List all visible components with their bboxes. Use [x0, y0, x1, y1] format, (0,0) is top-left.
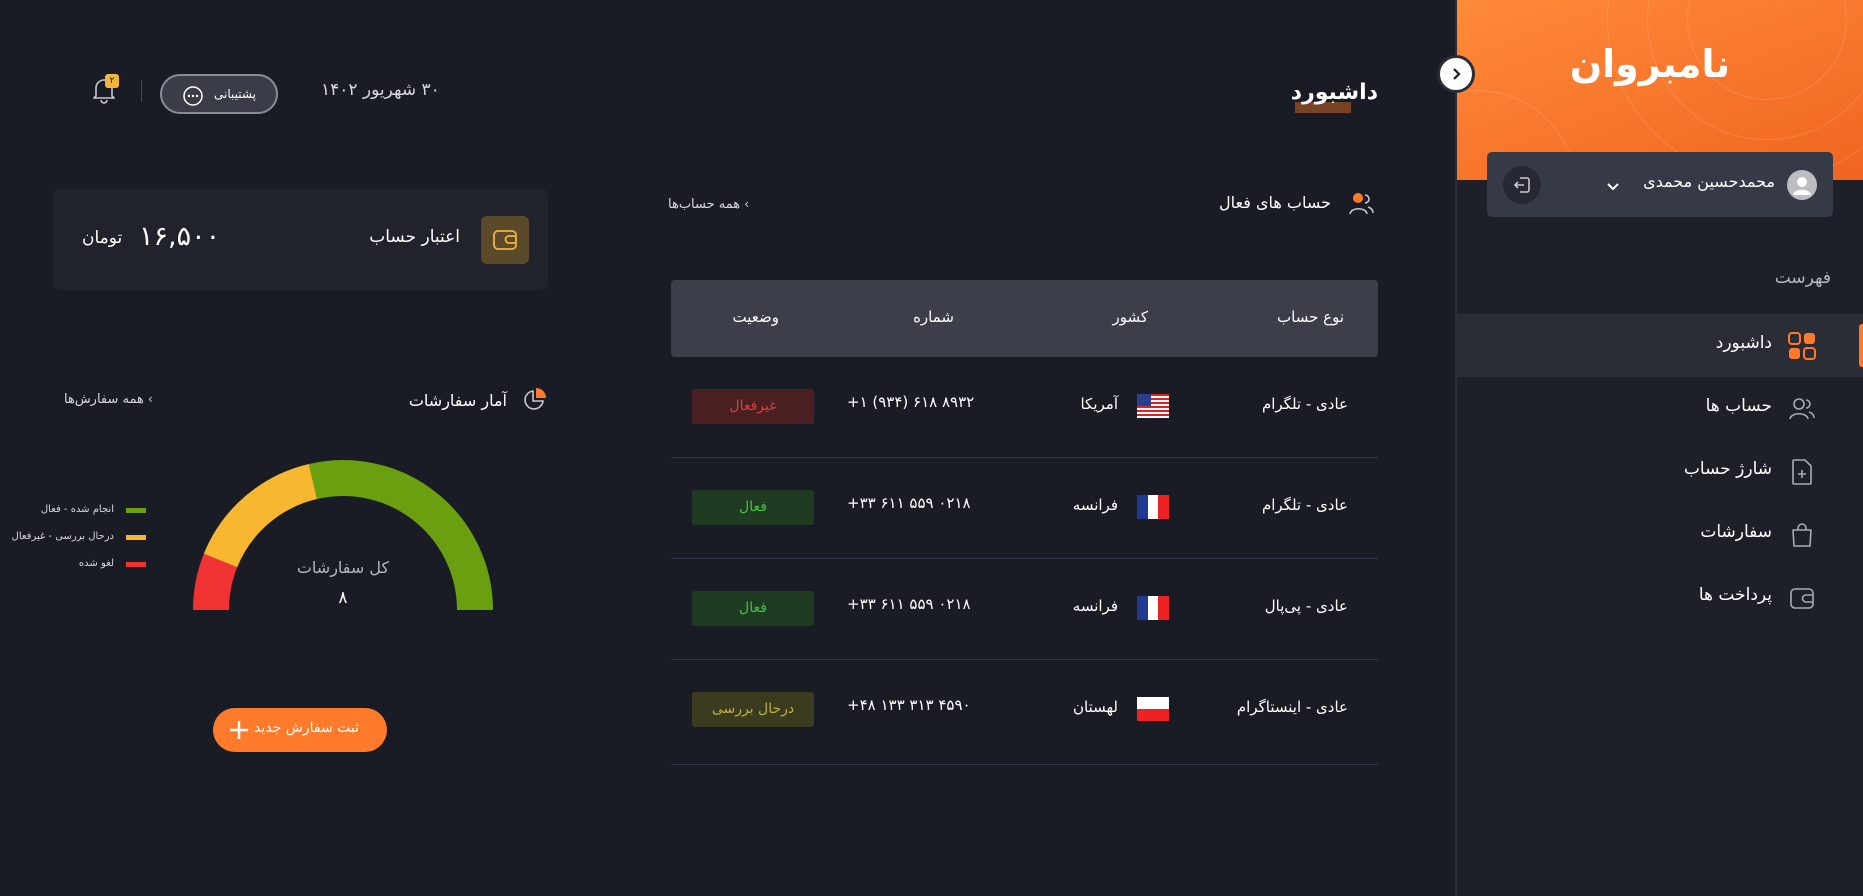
legend-item-review: درحال بررسی - غیرفعال [12, 530, 150, 544]
flag-fr-icon [1137, 495, 1169, 519]
sidebar-item-label: سفارشات [1700, 522, 1772, 542]
column-header-type: نوع حساب [1277, 308, 1344, 326]
gauge-segment-done [308, 460, 493, 611]
pie-chart-icon [522, 386, 548, 416]
legend-swatch [126, 535, 146, 540]
table-row[interactable]: عادی - تلگرام فرانسه +۳۳ ۶۱۱ ۵۵۹ ۰۲۱۸ فع… [671, 458, 1378, 559]
legend-item-done: انجام شده - فعال [20, 503, 150, 517]
file-plus-icon [1792, 459, 1812, 485]
account-country: آمریکا [1080, 395, 1118, 413]
legend-label: انجام شده - فعال [40, 504, 114, 515]
legend-swatch [126, 508, 146, 513]
orders-gauge-chart: کل سفارشات ۸ [192, 460, 493, 611]
grid-icon [1788, 332, 1816, 360]
flag-fr-icon [1137, 596, 1169, 620]
users-icon [1348, 190, 1376, 222]
account-type: عادی - اینستاگرام [1236, 698, 1348, 716]
account-number: +۴۸ ۱۳۳ ۳۱۳ ۴۵۹۰ [847, 696, 971, 714]
support-button[interactable]: پشتیبانی [160, 74, 278, 114]
table-row[interactable]: عادی - اینستاگرام لهستان +۴۸ ۱۳۳ ۳۱۳ ۴۵۹… [671, 660, 1378, 765]
chevron-left-icon: › [744, 197, 750, 211]
menu-section-title: فهرست [1774, 268, 1831, 288]
table-row[interactable]: عادی - تلگرام آمریکا +۱ (۹۳۴) ۶۱۸ ۸۹۳۲ غ… [671, 357, 1378, 458]
account-number: +۳۳ ۶۱۱ ۵۵۹ ۰۲۱۸ [847, 494, 971, 512]
legend-label: درحال بررسی - غیرفعال [11, 531, 114, 542]
status-badge: فعال [692, 490, 814, 525]
notification-badge: ۲ [105, 74, 119, 88]
column-header-number: شماره [913, 308, 954, 326]
credit-label: اعتبار حساب [369, 227, 460, 247]
plus-icon [230, 721, 248, 739]
table-row[interactable]: عادی - پی‌پال فرانسه +۳۳ ۶۱۱ ۵۵۹ ۰۲۱۸ فع… [671, 559, 1378, 660]
account-country: لهستان [1073, 698, 1118, 716]
user-icon [1787, 170, 1817, 200]
current-date: ۳۰ شهریور ۱۴۰۲ [321, 80, 440, 100]
account-number: +۱ (۹۳۴) ۶۱۸ ۸۹۳۲ [847, 393, 975, 411]
new-order-label: ثبت سفارش جدید [254, 720, 359, 736]
account-type: عادی - تلگرام [1261, 395, 1348, 413]
sidebar-item-accounts[interactable]: حساب ها [1457, 377, 1863, 440]
sidebar: نامبروان محمدحسین محمدی فهرست داشبورد حس… [1455, 0, 1863, 896]
bag-icon [1792, 523, 1812, 547]
legend-swatch [126, 562, 146, 567]
gauge-total-label: کل سفارشات [297, 558, 390, 578]
user-card[interactable]: محمدحسین محمدی [1487, 152, 1833, 217]
account-country: فرانسه [1072, 496, 1118, 514]
view-all-orders-label: همه سفارش‌ها [64, 392, 144, 407]
column-header-country: کشور [1112, 308, 1148, 326]
sidebar-item-orders[interactable]: سفارشات [1457, 503, 1863, 566]
table-header: نوع حساب کشور شماره وضعیت [671, 280, 1378, 357]
support-label: پشتیبانی [214, 87, 256, 101]
sidebar-item-label: پرداخت ها [1698, 585, 1772, 605]
users-icon [1789, 398, 1815, 420]
credit-unit: تومان [82, 228, 123, 248]
credit-amount: ۱۶,۵۰۰ [139, 221, 221, 252]
view-all-accounts-label: همه حساب‌ها [668, 197, 741, 212]
sidebar-item-label: شارژ حساب [1683, 459, 1772, 479]
chevron-left-icon: › [148, 392, 153, 406]
orders-stats-title: آمار سفارشات [408, 391, 507, 410]
chevron-down-icon[interactable] [1607, 177, 1619, 196]
user-name: محمدحسین محمدی [1643, 172, 1775, 191]
account-type: عادی - تلگرام [1261, 496, 1348, 514]
account-country: فرانسه [1072, 597, 1118, 615]
page-title: داشبورد [1290, 80, 1378, 105]
gauge-segment-cancelled [192, 553, 238, 611]
flag-pl-icon [1137, 697, 1169, 721]
wallet-icon [1790, 588, 1814, 609]
header-divider [141, 80, 142, 102]
new-order-button[interactable]: ثبت سفارش جدید [213, 708, 387, 752]
account-number: +۳۳ ۶۱۱ ۵۵۹ ۰۲۱۸ [847, 595, 971, 613]
column-header-status: وضعیت [732, 308, 779, 326]
sidebar-item-charge[interactable]: شارژ حساب [1457, 440, 1863, 503]
logout-icon [1513, 177, 1530, 193]
sidebar-toggle-button[interactable] [1437, 55, 1475, 93]
chevron-right-icon [1453, 68, 1461, 80]
status-badge: غیرفعال [692, 389, 814, 424]
sidebar-item-label: حساب ها [1705, 396, 1772, 416]
view-all-accounts-link[interactable]: › همه حساب‌ها [668, 197, 749, 212]
sidebar-item-dashboard[interactable]: داشبورد [1457, 314, 1863, 377]
logout-button[interactable] [1503, 166, 1541, 204]
flag-us-icon [1137, 394, 1169, 418]
status-badge: درحال بررسی [692, 692, 814, 727]
wallet-icon [481, 216, 529, 264]
brand-logo: نامبروان [1569, 42, 1730, 86]
gauge-total-value: ۸ [338, 588, 347, 608]
legend-label: لغو شده [78, 558, 114, 569]
view-all-orders-link[interactable]: › همه سفارش‌ها [64, 392, 153, 407]
gauge-segment-review [203, 463, 318, 568]
status-badge: فعال [692, 591, 814, 626]
credit-card: اعتبار حساب ۱۶,۵۰۰ تومان [53, 189, 548, 290]
sidebar-item-payments[interactable]: پرداخت ها [1457, 566, 1863, 629]
chat-icon [183, 86, 203, 106]
sidebar-item-label: داشبورد [1715, 333, 1772, 353]
legend-item-cancelled: لغو شده [20, 557, 150, 571]
active-accounts-title: حساب های فعال [1219, 193, 1331, 212]
account-type: عادی - پی‌پال [1264, 597, 1348, 615]
